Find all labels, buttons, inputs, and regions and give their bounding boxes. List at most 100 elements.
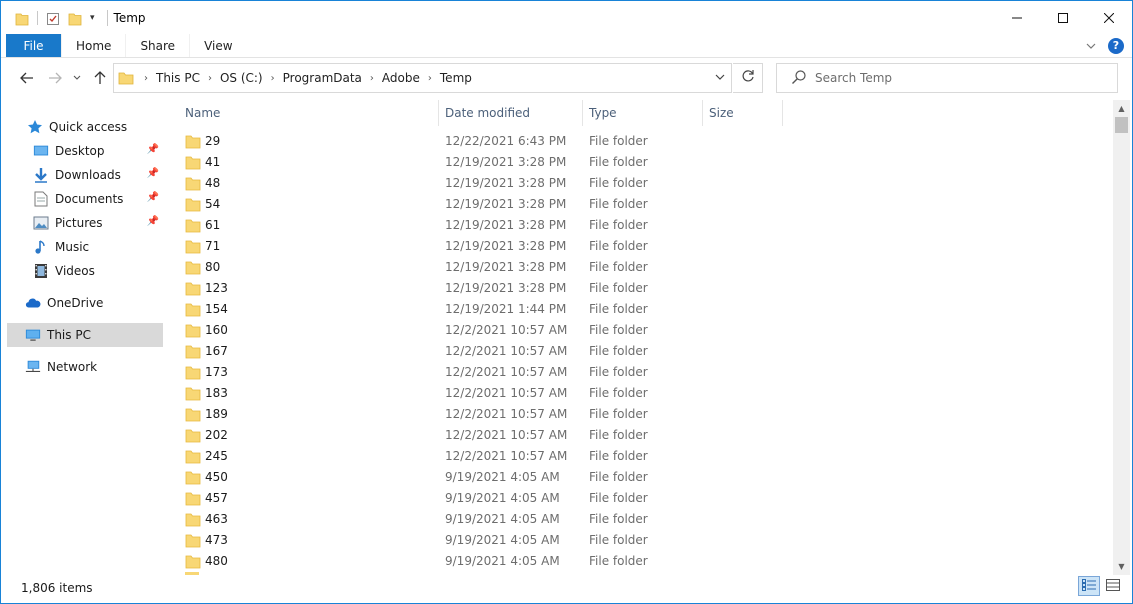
recent-locations-chevron-icon[interactable] (67, 68, 87, 88)
breadcrumb-programdata[interactable]: ProgramData (279, 71, 366, 85)
table-row[interactable]: 160 12/2/2021 10:57 AM File folder (179, 320, 1113, 341)
tab-home[interactable]: Home (62, 34, 127, 57)
column-header-size[interactable]: Size (703, 100, 783, 126)
large-icons-view-button[interactable] (1102, 576, 1124, 596)
customize-toolbar-chevron-icon[interactable]: ▾ (90, 13, 95, 23)
chevron-right-icon[interactable]: › (204, 73, 216, 84)
address-bar[interactable]: › This PC › OS (C:) › ProgramData › Adob… (113, 63, 732, 93)
file-name-cell[interactable]: 160 (185, 320, 228, 341)
file-name-cell[interactable]: 450 (185, 467, 228, 488)
tab-share[interactable]: Share (126, 34, 191, 57)
file-name-cell[interactable]: 480 (185, 551, 228, 572)
column-header-name[interactable]: Name (179, 100, 439, 126)
up-arrow-icon[interactable] (90, 68, 110, 88)
file-name-cell[interactable]: 183 (185, 383, 228, 404)
file-name-cell[interactable]: 71 (185, 236, 220, 257)
sidebar-item-quick-access[interactable]: Quick access (27, 115, 163, 139)
sidebar-item-network[interactable]: Network (25, 355, 163, 379)
column-header-date-modified[interactable]: Date modified (439, 100, 583, 126)
maximize-button[interactable] (1040, 1, 1086, 34)
pictures-icon (33, 215, 49, 231)
file-name-cell[interactable]: 189 (185, 404, 228, 425)
file-name-cell[interactable]: 29 (185, 131, 220, 152)
file-name-cell[interactable]: 48 (185, 173, 220, 194)
scroll-down-arrow-icon[interactable]: ▼ (1113, 558, 1130, 575)
table-row[interactable]: 245 12/2/2021 10:57 AM File folder (179, 446, 1113, 467)
type-cell: File folder (589, 470, 648, 484)
table-row[interactable]: 473 9/19/2021 4:05 AM File folder (179, 530, 1113, 551)
close-button[interactable] (1086, 1, 1132, 34)
breadcrumb-adobe[interactable]: Adobe (378, 71, 424, 85)
scrollbar-thumb[interactable] (1115, 117, 1128, 133)
tab-view[interactable]: View (190, 34, 246, 57)
pin-icon[interactable]: 📌 (147, 144, 159, 155)
table-row[interactable]: 41 12/19/2021 3:28 PM File folder (179, 152, 1113, 173)
file-name-cell[interactable]: 202 (185, 425, 228, 446)
file-name-cell[interactable]: 54 (185, 194, 220, 215)
file-name-cell[interactable]: 80 (185, 257, 220, 278)
title-bar: ▾ Temp (1, 1, 1132, 34)
new-folder-icon[interactable] (68, 12, 82, 25)
minimize-button[interactable] (994, 1, 1040, 34)
expand-ribbon-chevron-icon[interactable] (1086, 39, 1096, 53)
breadcrumb-temp[interactable]: Temp (436, 71, 476, 85)
table-row[interactable]: 154 12/19/2021 1:44 PM File folder (179, 299, 1113, 320)
details-view-button[interactable] (1078, 576, 1100, 596)
table-row[interactable]: 457 9/19/2021 4:05 AM File folder (179, 488, 1113, 509)
back-arrow-icon[interactable] (17, 68, 37, 88)
file-name-cell[interactable]: 123 (185, 278, 228, 299)
table-row[interactable]: 202 12/2/2021 10:57 AM File folder (179, 425, 1113, 446)
table-row[interactable]: 480 9/19/2021 4:05 AM File folder (179, 551, 1113, 572)
help-icon[interactable]: ? (1108, 38, 1124, 54)
table-row[interactable]: 173 12/2/2021 10:57 AM File folder (179, 362, 1113, 383)
file-name-cell[interactable]: 245 (185, 446, 228, 467)
sidebar-item-onedrive[interactable]: OneDrive (25, 291, 163, 315)
sidebar-item-music[interactable]: Music (33, 235, 163, 259)
forward-arrow-icon[interactable] (45, 68, 65, 88)
file-name-cell[interactable]: 61 (185, 215, 220, 236)
pin-icon[interactable]: 📌 (147, 192, 159, 203)
table-row[interactable]: 48 12/19/2021 3:28 PM File folder (179, 173, 1113, 194)
breadcrumb-this-pc[interactable]: This PC (152, 71, 204, 85)
table-row[interactable]: 54 12/19/2021 3:28 PM File folder (179, 194, 1113, 215)
column-header-type[interactable]: Type (583, 100, 703, 126)
chevron-right-icon[interactable]: › (140, 73, 152, 84)
table-row[interactable]: 183 12/2/2021 10:57 AM File folder (179, 383, 1113, 404)
chevron-right-icon[interactable]: › (424, 73, 436, 84)
pin-icon[interactable]: 📌 (147, 168, 159, 179)
sidebar-item-videos[interactable]: Videos (33, 259, 163, 283)
refresh-button[interactable] (733, 63, 763, 93)
table-row[interactable]: 61 12/19/2021 3:28 PM File folder (179, 215, 1113, 236)
scroll-up-arrow-icon[interactable]: ▲ (1113, 100, 1130, 117)
file-name-cell[interactable]: 154 (185, 299, 228, 320)
table-row[interactable]: 29 12/22/2021 6:43 PM File folder (179, 131, 1113, 152)
table-row[interactable]: 80 12/19/2021 3:28 PM File folder (179, 257, 1113, 278)
file-name-cell[interactable]: 173 (185, 362, 228, 383)
address-history-chevron-icon[interactable] (715, 71, 725, 84)
breadcrumb-os-c[interactable]: OS (C:) (216, 71, 267, 85)
table-row[interactable]: 167 12/2/2021 10:57 AM File folder (179, 341, 1113, 362)
chevron-right-icon[interactable]: › (366, 73, 378, 84)
pin-icon[interactable]: 📌 (147, 216, 159, 227)
view-toggle (1078, 576, 1124, 596)
sidebar-item-pictures[interactable]: Pictures 📌 (33, 211, 163, 235)
vertical-scrollbar[interactable]: ▲ ▼ (1113, 100, 1130, 575)
table-row[interactable]: 189 12/2/2021 10:57 AM File folder (179, 404, 1113, 425)
file-name-cell[interactable]: 473 (185, 530, 228, 551)
sidebar-item-documents[interactable]: Documents 📌 (33, 187, 163, 211)
table-row[interactable]: 71 12/19/2021 3:28 PM File folder (179, 236, 1113, 257)
file-name-cell[interactable]: 167 (185, 341, 228, 362)
table-row[interactable]: 463 9/19/2021 4:05 AM File folder (179, 509, 1113, 530)
table-row[interactable]: 450 9/19/2021 4:05 AM File folder (179, 467, 1113, 488)
search-input[interactable]: Search Temp (776, 63, 1118, 93)
file-name-cell[interactable]: 41 (185, 152, 220, 173)
chevron-right-icon[interactable]: › (267, 73, 279, 84)
file-name-cell[interactable]: 457 (185, 488, 228, 509)
tab-file[interactable]: File (6, 34, 62, 57)
file-name-cell[interactable]: 463 (185, 509, 228, 530)
properties-icon[interactable] (46, 12, 60, 25)
sidebar-item-downloads[interactable]: Downloads 📌 (33, 163, 163, 187)
sidebar-item-this-pc[interactable]: This PC (7, 323, 163, 347)
table-row[interactable]: 123 12/19/2021 3:28 PM File folder (179, 278, 1113, 299)
sidebar-item-desktop[interactable]: Desktop 📌 (33, 139, 163, 163)
